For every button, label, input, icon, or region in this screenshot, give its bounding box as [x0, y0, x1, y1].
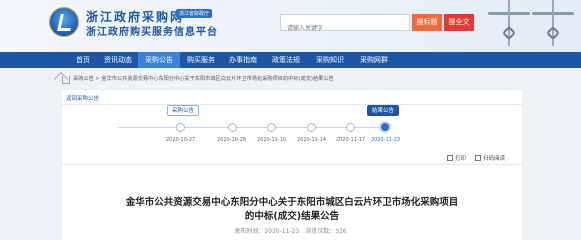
search-box — [280, 14, 410, 36]
breadcrumb: 采购公告 > 金华市公共资源交易中心东阳分中心关于东阳市城区白云片环卫市场化采购… — [62, 74, 522, 88]
divider — [62, 104, 522, 105]
timeline-date: 2020-11-14 — [297, 137, 327, 143]
nav-item-news[interactable]: 资讯动态 — [98, 52, 138, 68]
qr-code-icon — [475, 155, 481, 161]
home-icon[interactable] — [62, 76, 70, 84]
search-input[interactable] — [281, 21, 409, 36]
timeline-dot[interactable] — [176, 123, 185, 132]
site-emblem-icon[interactable] — [49, 7, 79, 37]
nav-item-policy[interactable]: 政策法规 — [264, 52, 308, 68]
nav-item-knowledge[interactable]: 采购知识 — [308, 52, 352, 68]
article-meta: 发布时间：2020-11-23 浏览次数：326 — [234, 228, 347, 235]
print-button[interactable]: 打印 — [447, 154, 466, 162]
nav-item-announcements[interactable]: 采购公告 — [138, 52, 180, 68]
timeline-dot[interactable] — [307, 123, 316, 132]
search-fulltext-button[interactable]: 搜全文 — [444, 14, 474, 31]
timeline-dot[interactable] — [346, 123, 355, 132]
print-icon — [447, 155, 453, 161]
timeline-dot-current[interactable] — [379, 121, 391, 133]
timeline-date: 2020-10-28 — [217, 137, 247, 143]
nav-item-guide[interactable]: 办事指南 — [222, 52, 264, 68]
nav-item-network[interactable]: 采购网群 — [352, 52, 396, 68]
divider — [62, 164, 522, 165]
main-nav: 首页 资讯动态 采购公告 购买服务 办事指南 政策法规 采购知识 采购网群 — [0, 52, 581, 68]
qr-read-button[interactable]: 扫码阅读 — [475, 154, 505, 162]
timeline-label-purchase[interactable]: 采购公告 — [167, 105, 200, 116]
breadcrumb-text[interactable]: 采购公告 > 金华市公共资源交易中心东阳分中心关于东阳市城区白云片环卫市场化采购… — [73, 75, 334, 82]
nav-item-service-purchase[interactable]: 购买服务 — [180, 52, 222, 68]
article-title: 金华市公共资源交易中心东阳分中心关于东阳市城区白云片环卫市场化采购项目的中标(成… — [125, 197, 459, 222]
timeline-date: 2020-11-17 — [336, 137, 366, 143]
timeline-date: 2020-10-27 — [166, 137, 196, 143]
timeline-date-current: 2020-11-23 — [371, 137, 401, 143]
site-subtitle: 浙江政府购买服务信息平台 — [86, 27, 218, 38]
lantern-decoration-icon — [526, 0, 580, 52]
content-panel: 返回采购公告 采购公告 结果公告 2020-10-27 2020-10-28 2… — [62, 90, 522, 240]
timeline-dot[interactable] — [228, 123, 237, 132]
site-header: 浙江政府采购网 浙江省财政厅 浙江政府购买服务信息平台 搜标题 搜全文 — [0, 0, 581, 52]
site-badge: 浙江省财政厅 — [176, 9, 213, 18]
search-title-button[interactable]: 搜标题 — [412, 14, 442, 31]
nav-item-home[interactable]: 首页 — [68, 52, 98, 68]
timeline-date: 2020-11-10 — [257, 137, 287, 143]
timeline-label-result[interactable]: 结果公告 — [367, 105, 400, 116]
timeline-dot[interactable] — [267, 123, 276, 132]
back-link[interactable]: 返回采购公告 — [66, 94, 99, 102]
